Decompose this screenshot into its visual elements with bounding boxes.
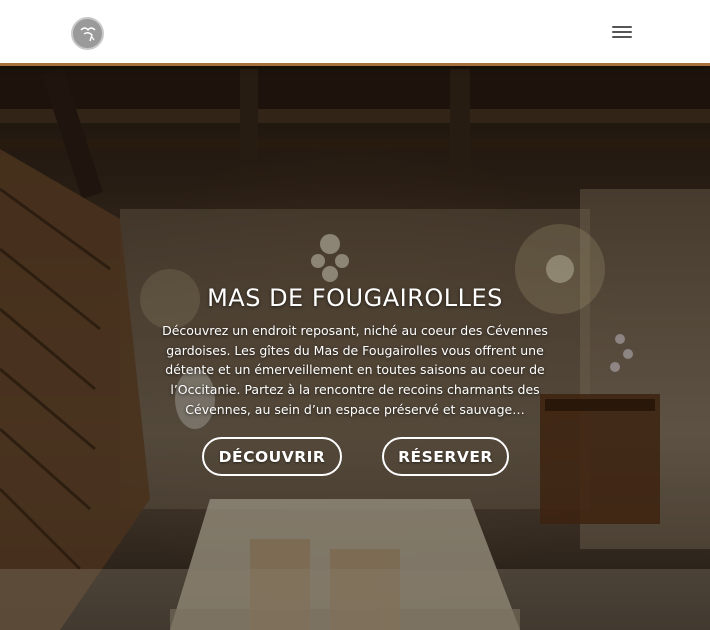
reserve-button[interactable]: RÉSERVER (382, 437, 509, 476)
hero-description: Découvrez un endroit reposant, niché au … (162, 323, 548, 417)
hero-title: MAS DE FOUGAIROLLES (207, 284, 503, 312)
site-header (0, 0, 710, 66)
emblem-icon (80, 26, 95, 41)
discover-button[interactable]: DÉCOUVRIR (202, 437, 342, 476)
logo-icon[interactable] (71, 17, 104, 50)
hamburger-menu-icon[interactable] (612, 26, 632, 42)
